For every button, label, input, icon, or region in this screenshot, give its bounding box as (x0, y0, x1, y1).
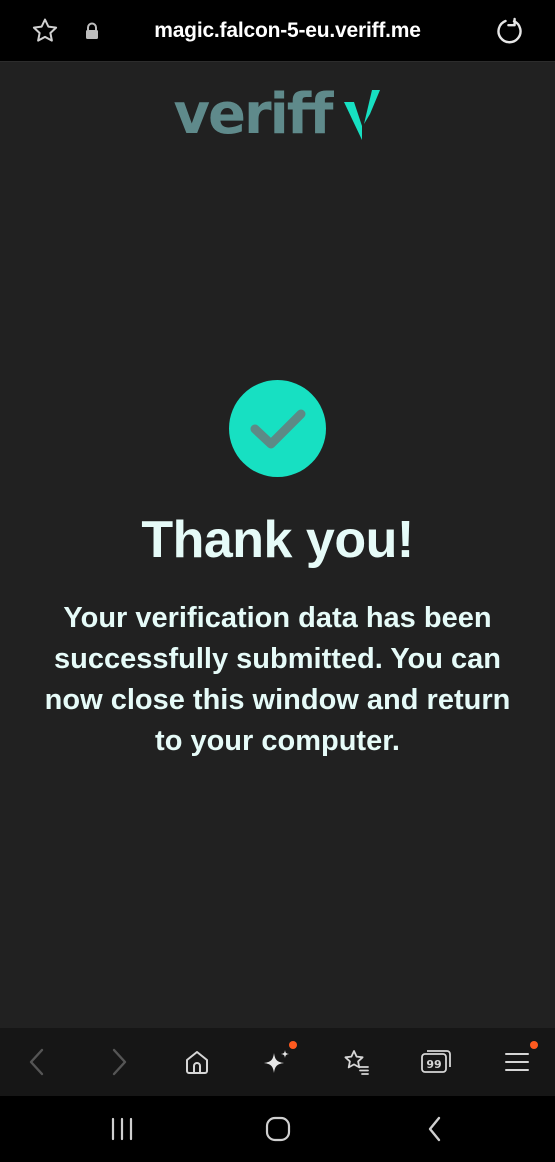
page-title: Thank you! (141, 511, 414, 569)
system-back-icon[interactable] (405, 1096, 465, 1162)
success-message: Your verification data has been successf… (44, 602, 511, 757)
page-content: veriff Thank you! Your verification data… (0, 63, 555, 1028)
phone-screen: magic.falcon-5-eu.veriff.me veriff Thank… (0, 0, 555, 1162)
sparkle-icon[interactable] (251, 1028, 303, 1096)
notification-dot (530, 1041, 538, 1049)
veriff-mark-icon (343, 90, 380, 140)
reload-icon[interactable] (488, 0, 532, 62)
logo-wordmark: veriff (173, 82, 333, 147)
recent-apps-icon[interactable] (92, 1096, 152, 1162)
menu-icon[interactable] (491, 1028, 543, 1096)
system-navigation-bar (0, 1096, 555, 1162)
back-icon[interactable] (11, 1028, 63, 1096)
tabs-icon[interactable]: 99 (410, 1028, 462, 1096)
success-check-icon (229, 380, 326, 477)
home-icon[interactable] (171, 1028, 223, 1096)
address-bar: magic.falcon-5-eu.veriff.me (0, 0, 555, 62)
url-text[interactable]: magic.falcon-5-eu.veriff.me (120, 0, 455, 62)
browser-toolbar: 99 (0, 1028, 555, 1096)
bookmark-star-icon[interactable] (26, 0, 64, 62)
veriff-logo: veriff (0, 85, 555, 145)
system-home-icon[interactable] (248, 1096, 308, 1162)
tabs-count: 99 (426, 1058, 441, 1071)
lock-icon[interactable] (80, 0, 104, 62)
forward-icon[interactable] (93, 1028, 145, 1096)
bookmarks-icon[interactable] (330, 1028, 382, 1096)
notification-dot (289, 1041, 297, 1049)
